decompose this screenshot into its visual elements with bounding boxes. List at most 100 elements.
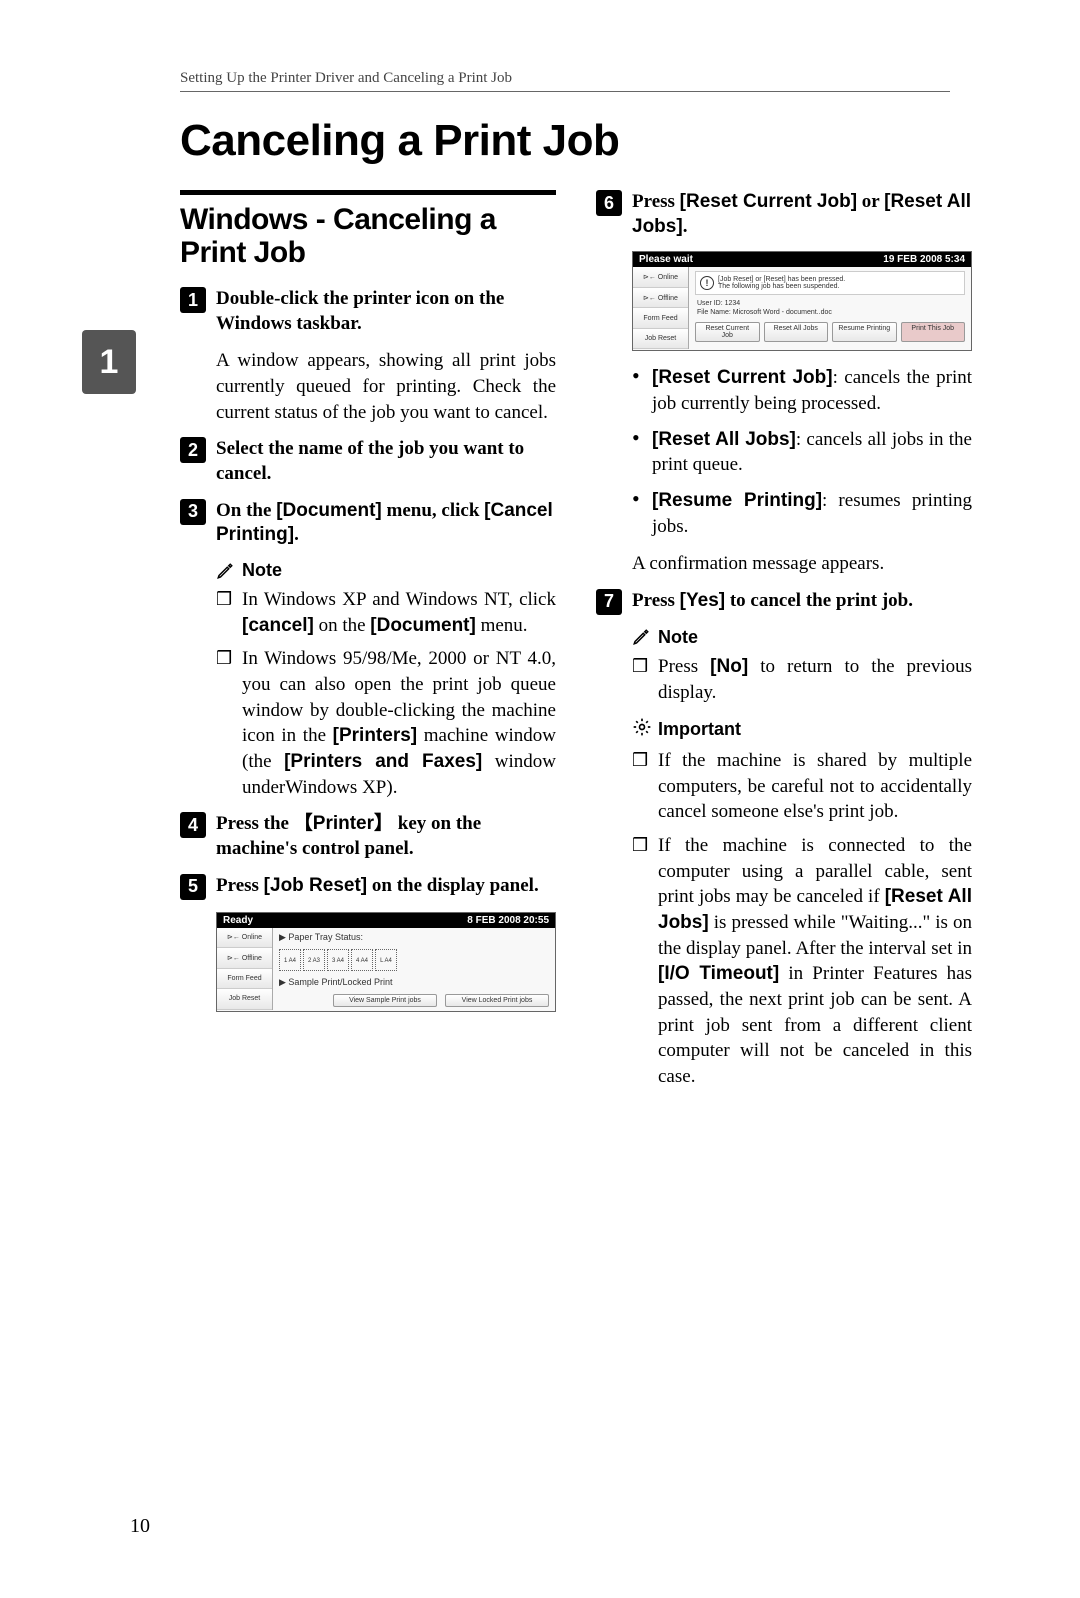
- ui-cancel: [cancel]: [242, 615, 314, 636]
- display-panel-ready-screenshot: Ready 8 FEB 2008 20:55 ⊳← Online ⊳← Offl…: [216, 912, 556, 1012]
- ui-io-timeout: [I/O Timeout]: [658, 963, 779, 984]
- panel-user-id: User ID: 1234: [697, 299, 965, 308]
- ui-reset-current: [Reset Current Job]: [680, 191, 857, 212]
- panel-datetime: 19 FEB 2008 5:34: [883, 254, 965, 265]
- two-column-layout: Windows - Canceling a Print Job 1 Double…: [180, 190, 950, 1101]
- panel-datetime: 8 FEB 2008 20:55: [467, 915, 549, 926]
- running-header: Setting Up the Printer Driver and Cancel…: [180, 70, 950, 92]
- chapter-tab: 1: [82, 330, 136, 394]
- step-6-text: Press [Reset Current Job] or [Reset All …: [632, 190, 972, 239]
- panel-side-button: Job Reset: [633, 329, 688, 350]
- t: on the: [314, 615, 370, 636]
- t: Press: [216, 875, 264, 896]
- important-item: If the machine is shared by multiple com…: [632, 748, 972, 825]
- step-number-icon: 3: [180, 499, 206, 525]
- panel-side-button: Form Feed: [633, 308, 688, 329]
- step-3-text: On the [Document] menu, click [Cancel Pr…: [216, 499, 556, 548]
- panel-title: Ready: [223, 915, 253, 926]
- page-number: 10: [130, 1515, 150, 1538]
- note-item: In Windows XP and Windows NT, click [can…: [216, 587, 556, 638]
- gear-icon: [632, 717, 652, 742]
- step-7-text: Press [Yes] to cancel the print job.: [632, 589, 913, 614]
- panel-side-button: ⊳← Offline: [633, 288, 688, 309]
- panel-print-this-button: Print This Job: [901, 322, 966, 342]
- note-heading: Note: [216, 560, 556, 581]
- display-panel-wait-screenshot: Please wait 19 FEB 2008 5:34 ⊳← Online ⊳…: [632, 251, 972, 351]
- important-list: If the machine is shared by multiple com…: [632, 748, 972, 1089]
- ui-job-reset: [Job Reset]: [264, 875, 367, 896]
- list-item: [Reset Current Job]: cancels the print j…: [632, 365, 972, 416]
- panel-view-sample-button: View Sample Print jobs: [333, 994, 437, 1007]
- step-number-icon: 5: [180, 874, 206, 900]
- step-number-icon: 7: [596, 589, 622, 615]
- panel-reset-all-button: Reset All Jobs: [764, 322, 829, 342]
- important-label: Important: [658, 719, 741, 740]
- right-column: 6 Press [Reset Current Job] or [Reset Al…: [596, 190, 972, 1101]
- note-heading: Note: [632, 627, 972, 648]
- left-column: Windows - Canceling a Print Job 1 Double…: [180, 190, 556, 1101]
- step-4: 4 Press the 【Printer】 key on the machine…: [180, 812, 556, 861]
- step-2-text: Select the name of the job you want to c…: [216, 437, 556, 486]
- t: In Windows XP and Windows NT, click: [242, 589, 556, 610]
- ui-printers-faxes: [Printers and Faxes]: [284, 751, 482, 772]
- step-number-icon: 4: [180, 812, 206, 838]
- step-number-icon: 6: [596, 190, 622, 216]
- note-item: Press [No] to return to the previous dis…: [632, 654, 972, 705]
- ui-resume-printing: [Resume Printing]: [652, 490, 822, 511]
- step-4-text: Press the 【Printer】 key on the machine's…: [216, 812, 556, 861]
- confirmation-text: A confirmation message appears.: [632, 551, 972, 577]
- list-item: [Reset All Jobs]: cancels all jobs in th…: [632, 427, 972, 478]
- t: menu.: [476, 615, 528, 636]
- tray-icon: 2 A3: [303, 949, 325, 971]
- step-6: 6 Press [Reset Current Job] or [Reset Al…: [596, 190, 972, 239]
- info-icon: !: [700, 276, 714, 290]
- page-title: Canceling a Print Job: [180, 116, 1080, 166]
- panel-view-locked-button: View Locked Print jobs: [445, 994, 549, 1007]
- important-item: If the machine is connected to the compu…: [632, 833, 972, 1089]
- step-1-description: A window appears, showing all print jobs…: [216, 348, 556, 425]
- panel-tray-label: ▶ Paper Tray Status:: [279, 932, 549, 943]
- step-1: 1 Double-click the printer icon on the W…: [180, 287, 556, 336]
- note-list: Press [No] to return to the previous dis…: [632, 654, 972, 705]
- tray-icon: 4 A4: [351, 949, 373, 971]
- panel-side-button: ⊳← Online: [217, 928, 272, 949]
- tray-icon: L A4: [375, 949, 397, 971]
- note-list: In Windows XP and Windows NT, click [can…: [216, 587, 556, 800]
- t: .: [683, 216, 688, 237]
- ui-document: [Document]: [370, 615, 476, 636]
- step-5: 5 Press [Job Reset] on the display panel…: [180, 874, 556, 900]
- reset-options-list: [Reset Current Job]: cancels the print j…: [632, 365, 972, 539]
- panel-title: Please wait: [639, 254, 693, 265]
- panel-side-button: ⊳← Online: [633, 267, 688, 288]
- step-number-icon: 1: [180, 287, 206, 313]
- panel-message-box: ! [Job Reset] or [Reset] has been presse…: [695, 271, 965, 295]
- panel-file-name: File Name: Microsoft Word - document..do…: [697, 308, 965, 317]
- ui-reset-current: [Reset Current Job]: [652, 367, 833, 388]
- pencil-icon: [216, 562, 234, 580]
- key-printer: Printer: [313, 813, 374, 834]
- panel-reset-current-button: Reset Current Job: [695, 322, 760, 342]
- t: menu, click: [382, 500, 484, 521]
- panel-side-button: Job Reset: [217, 989, 272, 1010]
- note-label: Note: [658, 627, 698, 648]
- list-item: [Resume Printing]: resumes printing jobs…: [632, 488, 972, 539]
- tray-icon: 1 A4: [279, 949, 301, 971]
- panel-topbar: Ready 8 FEB 2008 20:55: [217, 913, 555, 928]
- section-rule: [180, 190, 556, 195]
- panel-msg-line: The following job has been suspended.: [718, 283, 845, 290]
- step-number-icon: 2: [180, 437, 206, 463]
- t: .: [294, 524, 299, 545]
- panel-msg-line: [Job Reset] or [Reset] has been pressed.: [718, 276, 845, 283]
- panel-side-buttons: ⊳← Online ⊳← Offline Form Feed Job Reset: [217, 928, 273, 1010]
- t: Press the: [216, 813, 294, 834]
- pencil-icon: [632, 628, 650, 646]
- panel-sample-label: ▶ Sample Print/Locked Print: [279, 977, 549, 988]
- t: on the display panel.: [367, 875, 539, 896]
- panel-topbar: Please wait 19 FEB 2008 5:34: [633, 252, 971, 267]
- note-item: In Windows 95/98/Me, 2000 or NT 4.0, you…: [216, 646, 556, 800]
- ui-printers: [Printers]: [333, 725, 417, 746]
- panel-side-button: ⊳← Offline: [217, 948, 272, 969]
- step-7: 7 Press [Yes] to cancel the print job.: [596, 589, 972, 615]
- tray-icon: 3 A4: [327, 949, 349, 971]
- note-label: Note: [242, 560, 282, 581]
